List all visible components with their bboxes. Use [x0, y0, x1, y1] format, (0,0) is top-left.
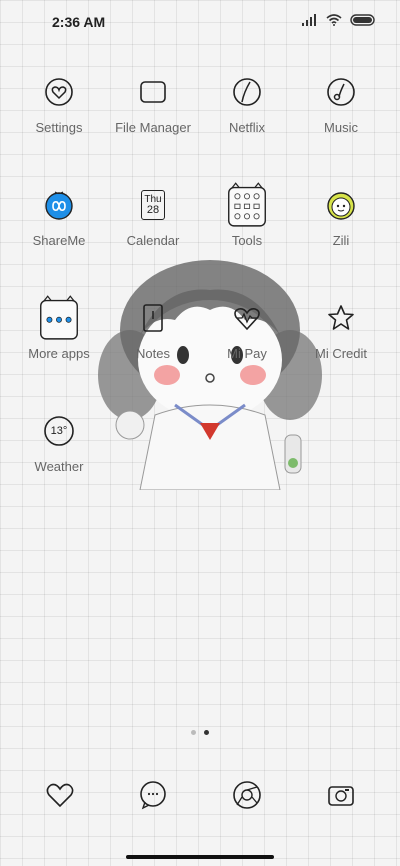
- app-label: Calendar: [126, 233, 180, 248]
- dock-messaging[interactable]: [133, 775, 173, 815]
- app-label: Weather: [34, 459, 84, 474]
- calendar-icon: Thu 28: [133, 185, 173, 225]
- app-label: File Manager: [115, 120, 191, 135]
- app-zili[interactable]: Zili: [291, 175, 391, 275]
- app-mi-credit[interactable]: Mi Credit: [291, 288, 391, 388]
- heart-icon: [46, 783, 74, 808]
- folder-icon: [133, 72, 173, 112]
- battery-icon: [350, 14, 375, 26]
- app-weather[interactable]: 13° Weather: [9, 401, 109, 501]
- dock-phone[interactable]: [40, 775, 80, 815]
- calendar-date: 28: [146, 204, 160, 216]
- app-label: Mi Credit: [314, 346, 367, 361]
- zili-icon: [321, 185, 361, 225]
- star-icon: [321, 298, 361, 338]
- app-label: Settings: [35, 120, 83, 135]
- weather-temp: 13°: [50, 425, 68, 437]
- app-label: ShareMe: [32, 233, 86, 248]
- netflix-icon: [227, 72, 267, 112]
- app-music[interactable]: Music: [291, 62, 391, 162]
- app-label: Zili: [332, 233, 350, 248]
- message-icon: [140, 781, 166, 810]
- app-label: Tools: [231, 233, 263, 248]
- heart-circle-icon: [39, 72, 79, 112]
- app-settings[interactable]: Settings: [9, 62, 109, 162]
- app-label: Mi Pay: [227, 346, 267, 361]
- page-dot[interactable]: [191, 730, 196, 735]
- app-netflix[interactable]: Netflix: [197, 62, 297, 162]
- page-indicator: [0, 730, 400, 735]
- signal-icon: [302, 14, 316, 26]
- home-indicator-bar[interactable]: [126, 855, 274, 859]
- music-note-icon: [321, 72, 361, 112]
- page-dot-active[interactable]: [204, 730, 209, 735]
- app-calendar[interactable]: Thu 28 Calendar: [103, 175, 203, 275]
- notes-icon: [133, 298, 173, 338]
- status-time: 2:36 AM: [52, 14, 106, 30]
- camera-icon: [328, 786, 354, 806]
- browser-icon: [233, 781, 261, 809]
- wifi-icon: [326, 14, 342, 26]
- app-more-apps-folder[interactable]: More apps: [9, 288, 109, 388]
- app-label: Netflix: [228, 120, 266, 135]
- app-shareme[interactable]: ShareMe: [9, 175, 109, 275]
- app-mi-pay[interactable]: Mi Pay: [197, 288, 297, 388]
- app-file-manager[interactable]: File Manager: [103, 62, 203, 162]
- app-label: More apps: [28, 346, 90, 361]
- weather-icon: 13°: [39, 411, 79, 451]
- more-apps-folder-icon: [39, 295, 79, 340]
- dock-browser[interactable]: [227, 775, 267, 815]
- status-bar: 2:36 AM: [0, 0, 400, 44]
- status-icons: [302, 14, 376, 26]
- app-notes[interactable]: Notes: [103, 288, 203, 388]
- shareme-icon: [39, 185, 79, 225]
- dock-camera[interactable]: [321, 775, 361, 815]
- app-label: Music: [324, 120, 358, 135]
- app-label: Notes: [136, 346, 170, 361]
- heart-pulse-icon: [227, 298, 267, 338]
- app-tools-folder[interactable]: Tools: [197, 175, 297, 275]
- tools-folder-icon: [227, 182, 267, 227]
